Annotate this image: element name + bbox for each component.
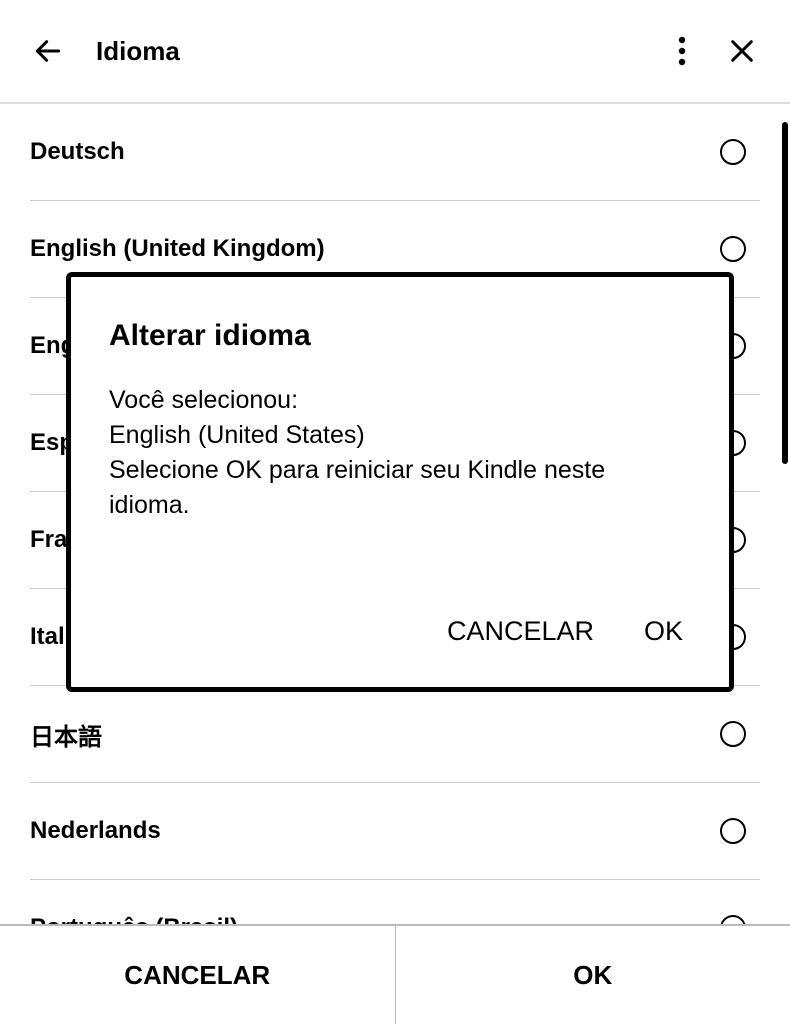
dialog-body: Você selecionou: English (United States)… <box>109 383 691 616</box>
footer-bar: CANCELAR OK <box>0 924 790 1024</box>
dialog-title: Alterar idioma <box>109 319 691 353</box>
footer-cancel-button[interactable]: CANCELAR <box>0 926 396 1024</box>
language-item-japanese[interactable]: 日本語 <box>30 686 760 783</box>
radio-icon <box>720 721 746 747</box>
scrollbar-thumb[interactable] <box>782 122 788 464</box>
header: Idioma <box>0 0 790 104</box>
page-title: Idioma <box>96 36 664 67</box>
dialog-text-line: Selecione OK para reiniciar seu Kindle n… <box>109 453 691 523</box>
dialog-actions: CANCELAR OK <box>109 616 691 657</box>
language-label: Deutsch <box>30 138 125 166</box>
radio-icon <box>720 236 746 262</box>
language-label: Português (Brasil) <box>30 914 238 924</box>
language-label: Nederlands <box>30 817 161 845</box>
dialog-ok-button[interactable]: OK <box>644 616 683 647</box>
close-icon[interactable] <box>724 33 760 69</box>
language-label: English (United Kingdom) <box>30 235 325 263</box>
footer-ok-button[interactable]: OK <box>396 926 790 1024</box>
language-item-nederlands[interactable]: Nederlands <box>30 783 760 880</box>
dialog-text-line: Você selecionou: <box>109 383 691 418</box>
dialog-selected-language: English (United States) <box>109 418 691 453</box>
language-item-portugues-br[interactable]: Português (Brasil) <box>30 880 760 924</box>
radio-icon <box>720 818 746 844</box>
language-label: 日本語 <box>30 717 102 752</box>
language-item-deutsch[interactable]: Deutsch <box>30 104 760 201</box>
kebab-menu-icon[interactable] <box>664 33 700 69</box>
change-language-dialog: Alterar idioma Você selecionou: English … <box>66 272 734 692</box>
radio-icon <box>720 139 746 165</box>
dialog-cancel-button[interactable]: CANCELAR <box>447 616 594 647</box>
radio-icon <box>720 915 746 924</box>
back-icon[interactable] <box>30 33 66 69</box>
